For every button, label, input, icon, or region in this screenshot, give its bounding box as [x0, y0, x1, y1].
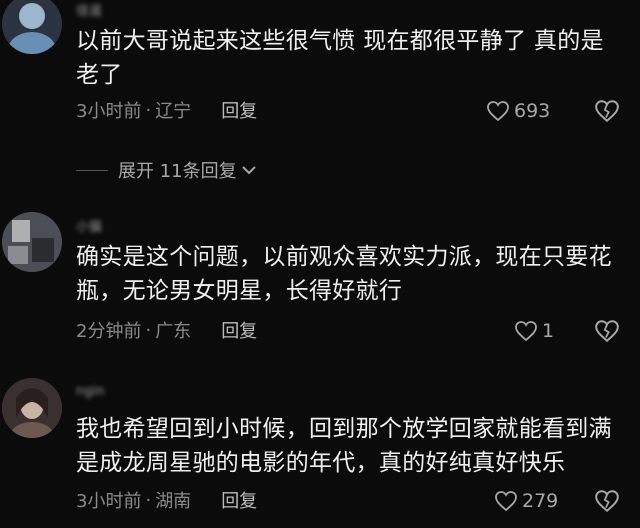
expand-replies-label: 展开 11条回复	[118, 161, 237, 182]
username[interactable]: 小猫	[76, 216, 102, 235]
comment-text: 以前大哥说起来这些很气愤 现在都很平静了 真的是老了	[76, 28, 604, 88]
heart-outline-icon	[495, 491, 517, 512]
comment-location: 湖南	[155, 491, 192, 512]
like-count: 693	[514, 100, 551, 122]
comment-location: 辽宁	[155, 101, 192, 122]
username[interactable]: 佳遥	[76, 0, 102, 19]
comment-meta: 3小时前 · 湖南 回复	[76, 486, 257, 514]
avatar[interactable]	[2, 0, 62, 54]
username[interactable]: ngin	[76, 384, 104, 399]
comment-time: 2分钟前	[76, 321, 142, 342]
expand-replies-button[interactable]: 展开 11条回复	[76, 156, 257, 184]
avatar[interactable]	[2, 378, 62, 438]
comment-time: 3小时前	[76, 491, 142, 512]
like-button[interactable]: 693	[486, 97, 550, 125]
divider	[76, 169, 108, 171]
like-button[interactable]: 279	[494, 487, 558, 515]
like-count: 1	[542, 320, 555, 342]
meta-separator: ·	[145, 489, 152, 511]
dislike-button[interactable]	[594, 487, 620, 515]
meta-separator: ·	[145, 319, 152, 341]
avatar[interactable]	[2, 212, 62, 272]
dislike-button[interactable]	[594, 317, 620, 345]
heart-outline-icon	[515, 321, 537, 342]
comment-text: 确实是这个问题，以前观众喜欢实力派，现在只要花瓶，无论男女明星，长得好就行	[76, 244, 612, 304]
comment-time: 3小时前	[76, 101, 142, 122]
reply-button[interactable]: 回复	[221, 317, 257, 343]
comment-location: 广东	[155, 321, 192, 342]
comment-text: 我也希望回到小时候，回到那个放学回家就能看到满是成龙周星驰的电影的年代，真的好纯…	[76, 416, 612, 476]
broken-heart-icon	[595, 490, 619, 513]
like-count: 279	[522, 490, 559, 512]
heart-outline-icon	[487, 101, 509, 122]
comment-item: 佳遥 以前大哥说起来这些很气愤 现在都很平静了 真的是老了 3小时前 · 辽宁 …	[0, 0, 640, 150]
broken-heart-icon	[595, 100, 619, 123]
dislike-button[interactable]	[594, 97, 620, 125]
comment-item: 小猫 确实是这个问题，以前观众喜欢实力派，现在只要花瓶，无论男女明星，长得好就行…	[0, 208, 640, 358]
comment-item: ngin 我也希望回到小时候，回到那个放学回家就能看到满是成龙周星驰的电影的年代…	[0, 376, 640, 528]
meta-separator: ·	[145, 99, 152, 121]
comment-meta: 2分钟前 · 广东 回复	[76, 316, 257, 344]
broken-heart-icon	[595, 320, 619, 343]
comment-meta: 3小时前 · 辽宁 回复	[76, 96, 257, 124]
like-button[interactable]: 1	[514, 317, 554, 345]
reply-button[interactable]: 回复	[221, 487, 257, 513]
chevron-down-icon	[241, 166, 256, 175]
reply-button[interactable]: 回复	[221, 97, 257, 123]
